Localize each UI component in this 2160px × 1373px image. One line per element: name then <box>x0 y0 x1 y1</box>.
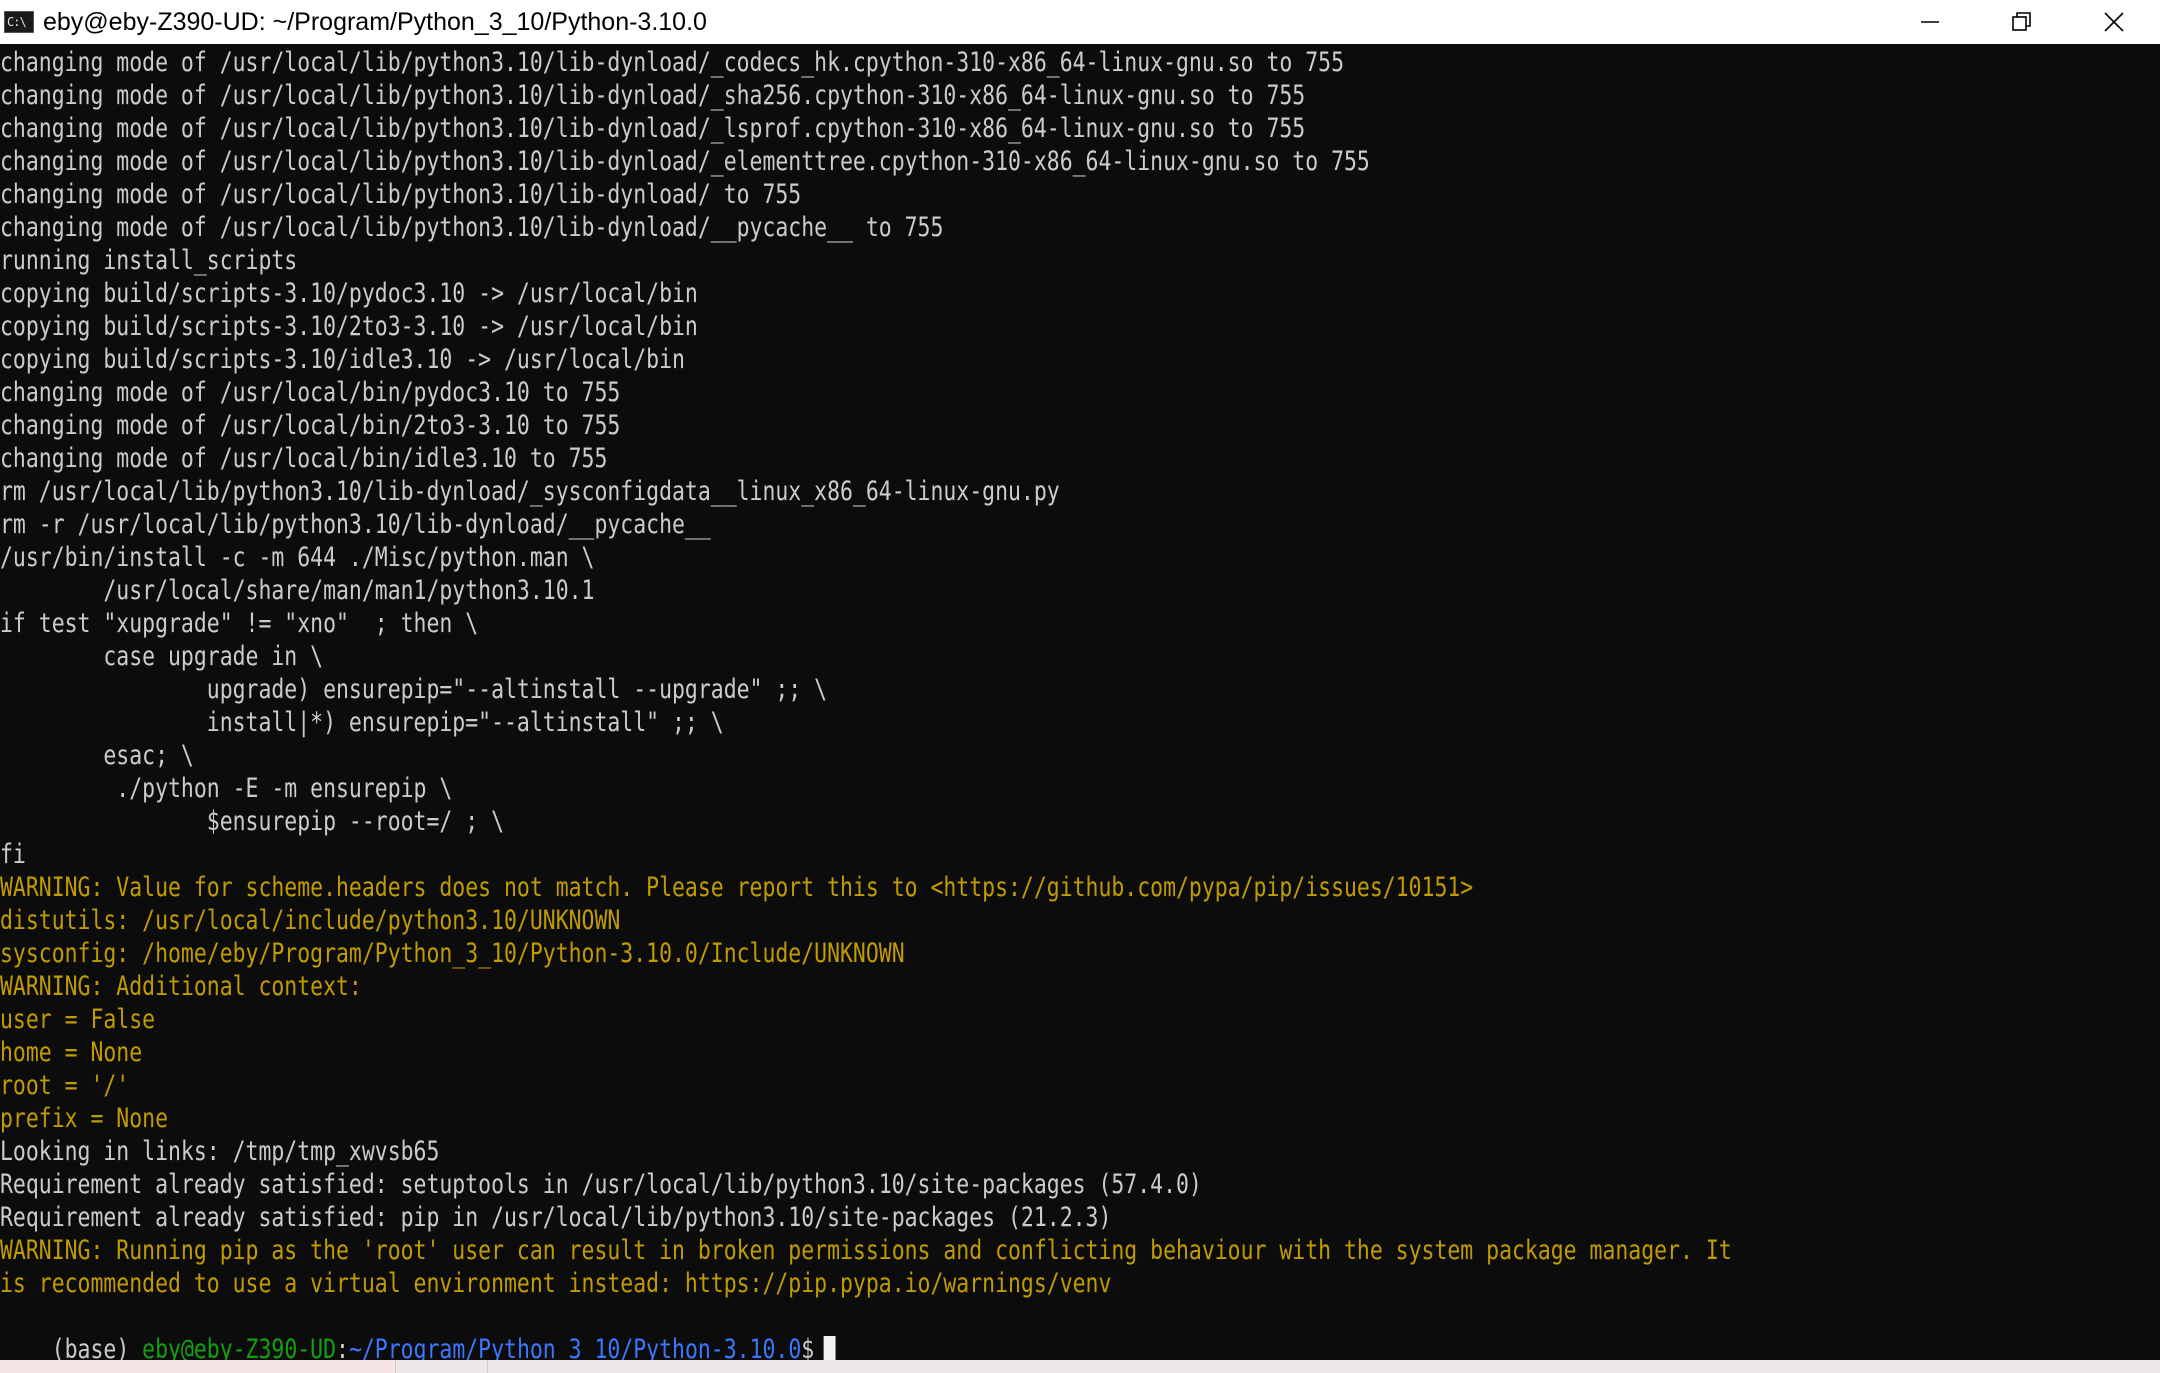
output-line: esac; \ <box>0 740 194 771</box>
restore-button[interactable] <box>1976 0 2068 44</box>
terminal-output[interactable]: changing mode of /usr/local/lib/python3.… <box>0 44 2160 1360</box>
output-line: changing mode of /usr/local/lib/python3.… <box>0 80 1306 111</box>
prompt-dollar: $ <box>801 1334 815 1360</box>
output-line: root = '/' <box>0 1070 130 1101</box>
minimize-button[interactable] <box>1884 0 1976 44</box>
minimize-icon <box>1921 21 1939 23</box>
output-line: prefix = None <box>0 1103 169 1134</box>
command-prompt[interactable]: (base) eby@eby-Z390-UD:~/Program/Python_… <box>0 1300 836 1360</box>
output-line: WARNING: Value for scheme.headers does n… <box>0 872 1474 903</box>
output-line: Requirement already satisfied: setuptool… <box>0 1169 1202 1200</box>
output-line: /usr/local/share/man/man1/python3.10.1 <box>0 575 595 606</box>
output-line: $ensurepip --root=/ ; \ <box>0 806 505 837</box>
output-line: changing mode of /usr/local/bin/pydoc3.1… <box>0 377 621 408</box>
output-line: changing mode of /usr/local/bin/2to3-3.1… <box>0 410 621 441</box>
output-line: install|*) ensurepip="--altinstall" ;; \ <box>0 707 724 738</box>
output-line: running install_scripts <box>0 245 298 276</box>
output-line: is recommended to use a virtual environm… <box>0 1268 1112 1299</box>
taskbar-edge-segment <box>487 1360 2160 1373</box>
output-line: rm -r /usr/local/lib/python3.10/lib-dynl… <box>0 509 711 540</box>
prompt-colon: : <box>336 1334 349 1360</box>
output-line: copying build/scripts-3.10/pydoc3.10 -> … <box>0 278 698 309</box>
text-cursor <box>823 1335 836 1360</box>
close-icon <box>2104 12 2124 32</box>
output-line: WARNING: Additional context: <box>0 971 362 1002</box>
window-title: eby@eby-Z390-UD: ~/Program/Python_3_10/P… <box>43 7 707 36</box>
taskbar-edge-segment <box>395 1360 486 1373</box>
output-line: changing mode of /usr/local/bin/idle3.10… <box>0 443 608 474</box>
output-line: changing mode of /usr/local/lib/python3.… <box>0 47 1344 78</box>
close-button[interactable] <box>2068 0 2160 44</box>
output-line: changing mode of /usr/local/lib/python3.… <box>0 179 802 210</box>
output-line: changing mode of /usr/local/lib/python3.… <box>0 113 1306 144</box>
output-line: ./python -E -m ensurepip \ <box>0 773 453 804</box>
output-line: rm /usr/local/lib/python3.10/lib-dynload… <box>0 476 1060 507</box>
output-line: sysconfig: /home/eby/Program/Python_3_10… <box>0 938 905 969</box>
output-line: Looking in links: /tmp/tmp_xwvsb65 <box>0 1136 440 1167</box>
prompt-user-host: eby@eby-Z390-UD <box>142 1334 337 1360</box>
output-line: changing mode of /usr/local/lib/python3.… <box>0 146 1370 177</box>
output-line: upgrade) ensurepip="--altinstall --upgra… <box>0 674 828 705</box>
title-bar[interactable]: C:\ eby@eby-Z390-UD: ~/Program/Python_3_… <box>0 0 2160 44</box>
prompt-env: (base) <box>51 1334 143 1360</box>
output-line: changing mode of /usr/local/lib/python3.… <box>0 212 944 243</box>
output-line: if test "xupgrade" != "xno" ; then \ <box>0 608 479 639</box>
output-line: copying build/scripts-3.10/2to3-3.10 -> … <box>0 311 698 342</box>
prompt-path: ~/Program/Python_3_10/Python-3.10.0 <box>348 1334 802 1360</box>
output-line: home = None <box>0 1037 143 1068</box>
terminal-app-icon-label: C:\ <box>7 15 27 29</box>
output-line: fi <box>0 839 26 870</box>
restore-icon <box>2012 12 2031 31</box>
output-line: user = False <box>0 1004 156 1035</box>
taskbar-edge <box>0 1360 2160 1373</box>
output-line: copying build/scripts-3.10/idle3.10 -> /… <box>0 344 685 375</box>
output-line: Requirement already satisfied: pip in /u… <box>0 1202 1112 1233</box>
output-line: case upgrade in \ <box>0 641 324 672</box>
output-line: WARNING: Running pip as the 'root' user … <box>0 1235 1732 1266</box>
window-controls <box>1884 0 2160 44</box>
output-line: distutils: /usr/local/include/python3.10… <box>0 905 621 936</box>
output-line: /usr/bin/install -c -m 644 ./Misc/python… <box>0 542 595 573</box>
terminal-app-icon[interactable]: C:\ <box>4 11 34 33</box>
